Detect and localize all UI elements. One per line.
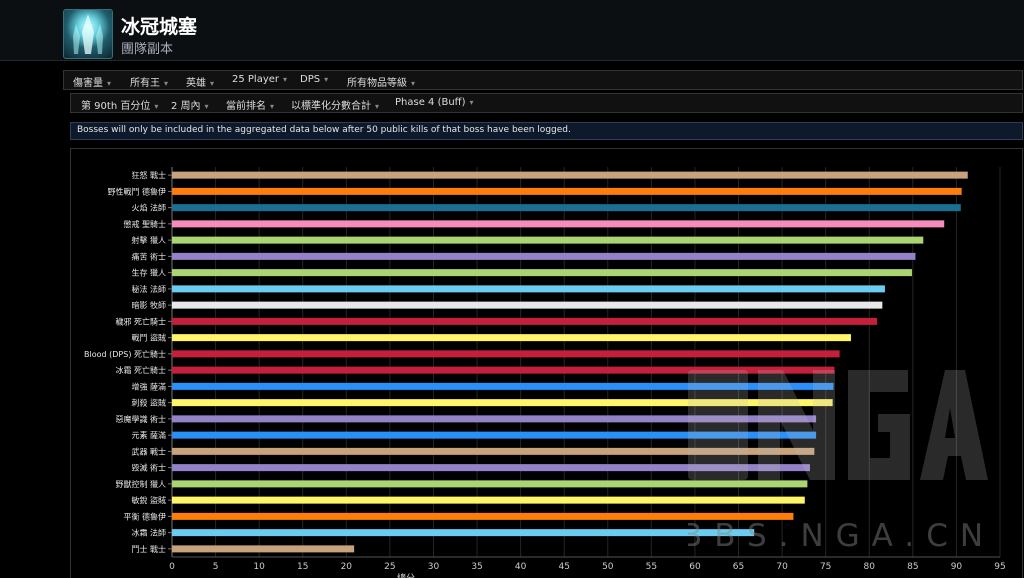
x-tick-label: 45 bbox=[558, 562, 569, 572]
x-tick-label: 55 bbox=[646, 562, 657, 572]
category-label: 冰霜 死亡騎士 bbox=[115, 365, 166, 375]
bar bbox=[172, 236, 924, 244]
category-label: 懲戒 聖騎士 bbox=[123, 219, 166, 229]
bar bbox=[172, 269, 912, 277]
bar bbox=[172, 204, 961, 212]
x-tick-label: 85 bbox=[907, 562, 918, 572]
bar bbox=[172, 431, 817, 439]
bar bbox=[172, 415, 817, 423]
bar bbox=[172, 464, 810, 472]
bar bbox=[172, 382, 834, 390]
category-label: 戰鬥 盜賊 bbox=[131, 333, 166, 343]
category-label: 穢邪 死亡騎士 bbox=[115, 316, 166, 326]
x-tick-label: 5 bbox=[213, 562, 219, 572]
x-tick-label: 25 bbox=[384, 562, 395, 572]
category-label: 敏銳 盜賊 bbox=[131, 495, 166, 505]
x-tick-label: 75 bbox=[820, 562, 831, 572]
category-label: 射擊 獵人 bbox=[131, 235, 166, 245]
category-label: 增強 薩滿 bbox=[131, 381, 166, 391]
category-label: 暗影 牧師 bbox=[131, 300, 166, 310]
category-label: 毀滅 術士 bbox=[131, 463, 166, 473]
x-tick-label: 70 bbox=[776, 562, 788, 572]
category-label: 武器 戰士 bbox=[131, 446, 166, 456]
x-tick-label: 10 bbox=[253, 562, 265, 572]
bar bbox=[172, 220, 945, 228]
bar bbox=[172, 171, 968, 179]
bar bbox=[172, 447, 815, 455]
category-label: 野獸控制 獵人 bbox=[115, 479, 166, 489]
x-tick-label: 90 bbox=[951, 562, 963, 572]
category-label: 秘法 法師 bbox=[131, 284, 166, 294]
bar bbox=[172, 480, 808, 488]
bar bbox=[172, 187, 962, 195]
x-tick-label: 0 bbox=[169, 562, 175, 572]
bar bbox=[172, 399, 833, 407]
category-label: 刺殺 盜賊 bbox=[131, 398, 166, 408]
category-label: 元素 薩滿 bbox=[131, 430, 166, 440]
bar bbox=[172, 334, 851, 342]
x-tick-label: 50 bbox=[602, 562, 614, 572]
bar bbox=[172, 317, 878, 325]
x-tick-label: 15 bbox=[297, 562, 308, 572]
bar bbox=[172, 301, 883, 309]
x-tick-label: 20 bbox=[341, 562, 353, 572]
bar bbox=[172, 545, 355, 553]
bar bbox=[172, 252, 916, 260]
x-tick-label: 80 bbox=[864, 562, 876, 572]
x-tick-label: 40 bbox=[515, 562, 527, 572]
x-tick-label: 95 bbox=[994, 562, 1005, 572]
x-tick-label: 30 bbox=[428, 562, 440, 572]
category-label: 野性戰鬥 德魯伊 bbox=[107, 186, 166, 196]
x-axis-title: 總分 bbox=[397, 572, 415, 578]
bar bbox=[172, 285, 885, 293]
category-label: 冰霜 法師 bbox=[131, 528, 166, 538]
bar bbox=[172, 496, 805, 504]
category-label: 鬥士 戰士 bbox=[131, 544, 166, 554]
category-label: 火焰 法師 bbox=[131, 203, 166, 213]
bar bbox=[172, 350, 840, 358]
bar bbox=[172, 529, 755, 537]
category-label: 惡魔學識 術士 bbox=[115, 414, 166, 424]
bar bbox=[172, 366, 835, 374]
category-label: 痛苦 術士 bbox=[131, 251, 166, 261]
x-tick-label: 60 bbox=[689, 562, 701, 572]
category-label: 狂怒 戰士 bbox=[131, 170, 166, 180]
x-tick-label: 65 bbox=[733, 562, 744, 572]
spec-dps-bar-chart: 0 5 10 15 20 25 30 35 40 45 50 55 60 65 70 75 80 85 90 95 狂怒… bbox=[84, 167, 1006, 578]
x-tick-label: 35 bbox=[471, 562, 482, 572]
category-label: Blood (DPS) 死亡騎士 bbox=[84, 349, 166, 359]
bar bbox=[172, 512, 794, 520]
category-label: 平衡 德魯伊 bbox=[123, 511, 166, 521]
category-label: 生存 獵人 bbox=[131, 268, 166, 278]
